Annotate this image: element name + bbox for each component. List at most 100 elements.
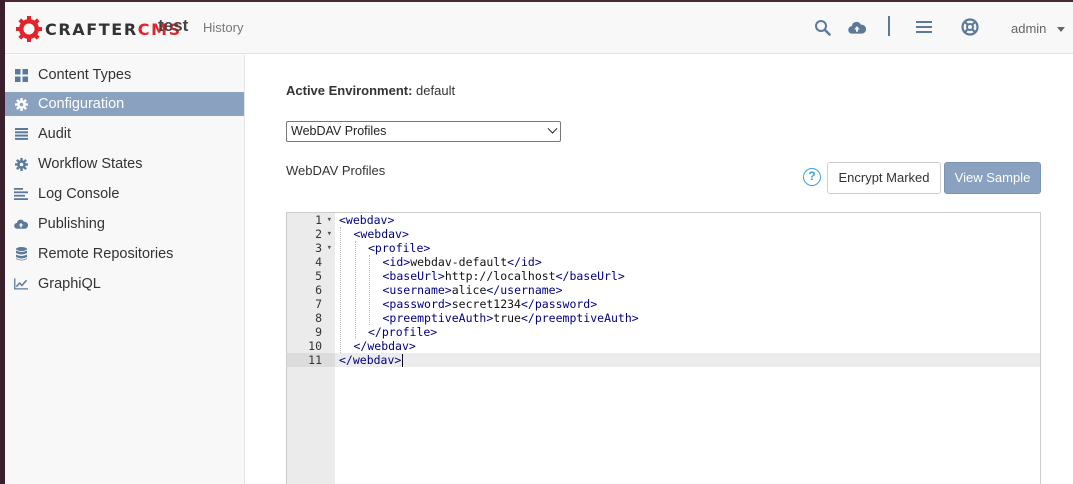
history-link[interactable]: History xyxy=(203,20,243,35)
chevron-down-icon xyxy=(547,123,558,134)
crafter-logo[interactable]: CRAFTERCMS xyxy=(15,12,182,46)
code-line[interactable]: <id>webdav-default</id> xyxy=(335,255,1040,269)
sidebar-item-workflow-states[interactable]: Workflow States xyxy=(5,152,244,176)
help-lifebuoy-icon[interactable] xyxy=(961,18,979,36)
line-number: 3 ▾ xyxy=(287,241,335,255)
xml-tag: <webdav> xyxy=(339,213,395,227)
cloud-upload-icon xyxy=(14,217,28,231)
indent-guide xyxy=(340,227,341,353)
code-line[interactable]: <password>secret1234</password> xyxy=(335,297,1040,311)
sidebar-item-configuration[interactable]: Configuration xyxy=(5,92,244,116)
line-number-text: 8 xyxy=(315,311,322,325)
xml-tag: <username> xyxy=(382,283,452,297)
line-number-text: 7 xyxy=(315,297,322,311)
sidebar-item-content-types[interactable]: Content Types xyxy=(5,63,244,87)
menu-icon[interactable] xyxy=(915,18,933,36)
line-number: 9 xyxy=(287,325,335,339)
sidebar-item-label: Remote Repositories xyxy=(38,246,174,262)
line-number-text: 9 xyxy=(315,325,322,339)
xml-tag: </id> xyxy=(507,255,542,269)
code-line[interactable]: <webdav> xyxy=(335,227,1040,241)
xml-tag: <preemptiveAuth> xyxy=(382,311,494,325)
xml-tag: </baseUrl> xyxy=(555,269,625,283)
fold-toggle-icon[interactable]: ▾ xyxy=(327,227,332,241)
active-environment: Active Environment: default xyxy=(286,83,455,98)
line-number-text: 2 xyxy=(315,227,322,241)
xml-tag: </preemptiveAuth> xyxy=(520,311,639,325)
config-title: WebDAV Profiles xyxy=(286,163,386,178)
sidebar-item-log-console[interactable]: Log Console xyxy=(5,182,244,206)
line-number-text: 6 xyxy=(315,283,322,297)
xml-tag: </webdav> xyxy=(339,353,402,367)
line-number: 7 xyxy=(287,297,335,311)
xml-text: true xyxy=(493,311,521,325)
database-icon xyxy=(14,247,28,261)
gear-icon xyxy=(14,157,28,171)
sidebar-item-label: Publishing xyxy=(38,216,105,232)
sidebar-item-publishing[interactable]: Publishing xyxy=(5,212,244,236)
user-menu[interactable]: admin xyxy=(1011,21,1046,36)
encrypt-marked-button[interactable]: Encrypt Marked xyxy=(827,162,941,194)
select-value: WebDAV Profiles xyxy=(291,124,387,138)
top-toolbar: CRAFTERCMS test History admin xyxy=(5,0,1073,54)
align-left-icon xyxy=(14,187,28,201)
main-content: Active Environment: default WebDAV Profi… xyxy=(245,55,1073,484)
xml-tag: </username> xyxy=(486,283,563,297)
search-icon[interactable] xyxy=(813,18,831,36)
line-number: 5 xyxy=(287,269,335,283)
line-number-text: 5 xyxy=(315,269,322,283)
code-line[interactable]: </profile> xyxy=(335,325,1040,339)
code-line[interactable]: </webdav> xyxy=(335,339,1040,353)
line-number: 10 xyxy=(287,339,335,353)
sidebar-item-label: GraphiQL xyxy=(38,276,101,292)
line-number-text: 3 xyxy=(315,241,322,255)
line-number: 2 ▾ xyxy=(287,227,335,241)
code-line[interactable]: <preemptiveAuth>true</preemptiveAuth> xyxy=(335,311,1040,325)
sidebar-item-graphiql[interactable]: GraphiQL xyxy=(5,272,244,296)
xml-tag: </password> xyxy=(521,297,598,311)
xml-tag: </webdav> xyxy=(353,339,416,353)
xml-tag: </profile> xyxy=(368,325,438,339)
view-sample-button[interactable]: View Sample xyxy=(944,162,1041,194)
editor-code-area[interactable]: <webdav> <webdav> <profile> <id>webdav-defa… xyxy=(335,213,1040,484)
cloud-upload-icon[interactable] xyxy=(848,18,866,36)
env-label: Active Environment: xyxy=(286,83,413,98)
line-number: 6 xyxy=(287,283,335,297)
code-line[interactable]: </webdav> xyxy=(335,353,1040,367)
xml-tag: <id> xyxy=(382,255,411,269)
xml-text: webdav-default xyxy=(410,255,508,269)
xml-tag: <password> xyxy=(382,297,452,311)
xml-text: alice xyxy=(451,283,487,297)
line-number: 4 xyxy=(287,255,335,269)
sidebar: Content Types Configuration Audit Workfl… xyxy=(5,55,245,484)
config-file-select[interactable]: WebDAV Profiles xyxy=(286,121,561,142)
sidebar-item-label: Audit xyxy=(38,126,72,142)
toolbar-divider xyxy=(888,16,890,36)
xml-tag: <baseUrl> xyxy=(382,269,445,283)
sidebar-item-label: Log Console xyxy=(38,186,120,202)
code-line[interactable]: <profile> xyxy=(335,241,1040,255)
code-editor[interactable]: 1 ▾ 2 ▾ 3 ▾ 4 5 6 7 8 9 10 11 <webdav> <webdav> <profil… xyxy=(286,212,1041,484)
line-number-text: 10 xyxy=(308,339,322,353)
chevron-down-icon[interactable] xyxy=(1057,27,1065,32)
sidebar-item-label: Configuration xyxy=(38,96,125,112)
list-icon xyxy=(14,127,28,141)
line-number-text: 11 xyxy=(308,353,322,367)
xml-text: http://localhost xyxy=(444,269,556,283)
indent-guide xyxy=(354,241,356,339)
sidebar-item-audit[interactable]: Audit xyxy=(5,122,244,146)
fold-toggle-icon[interactable]: ▾ xyxy=(327,213,332,227)
sidebar-item-remote-repositories[interactable]: Remote Repositories xyxy=(5,242,244,266)
code-line[interactable]: <username>alice</username> xyxy=(335,283,1040,297)
line-number: 1 ▾ xyxy=(287,213,335,227)
line-number-text: 1 xyxy=(315,213,322,227)
line-number-text: 4 xyxy=(315,255,322,269)
line-chart-icon xyxy=(14,277,28,291)
help-circle-icon[interactable]: ? xyxy=(803,168,821,186)
xml-text: secret1234 xyxy=(451,297,521,311)
site-name[interactable]: test xyxy=(158,16,188,36)
line-number: 8 xyxy=(287,311,335,325)
code-line[interactable]: <webdav> xyxy=(335,213,1040,227)
code-line[interactable]: <baseUrl>http://localhost</baseUrl> xyxy=(335,269,1040,283)
fold-toggle-icon[interactable]: ▾ xyxy=(327,241,332,255)
